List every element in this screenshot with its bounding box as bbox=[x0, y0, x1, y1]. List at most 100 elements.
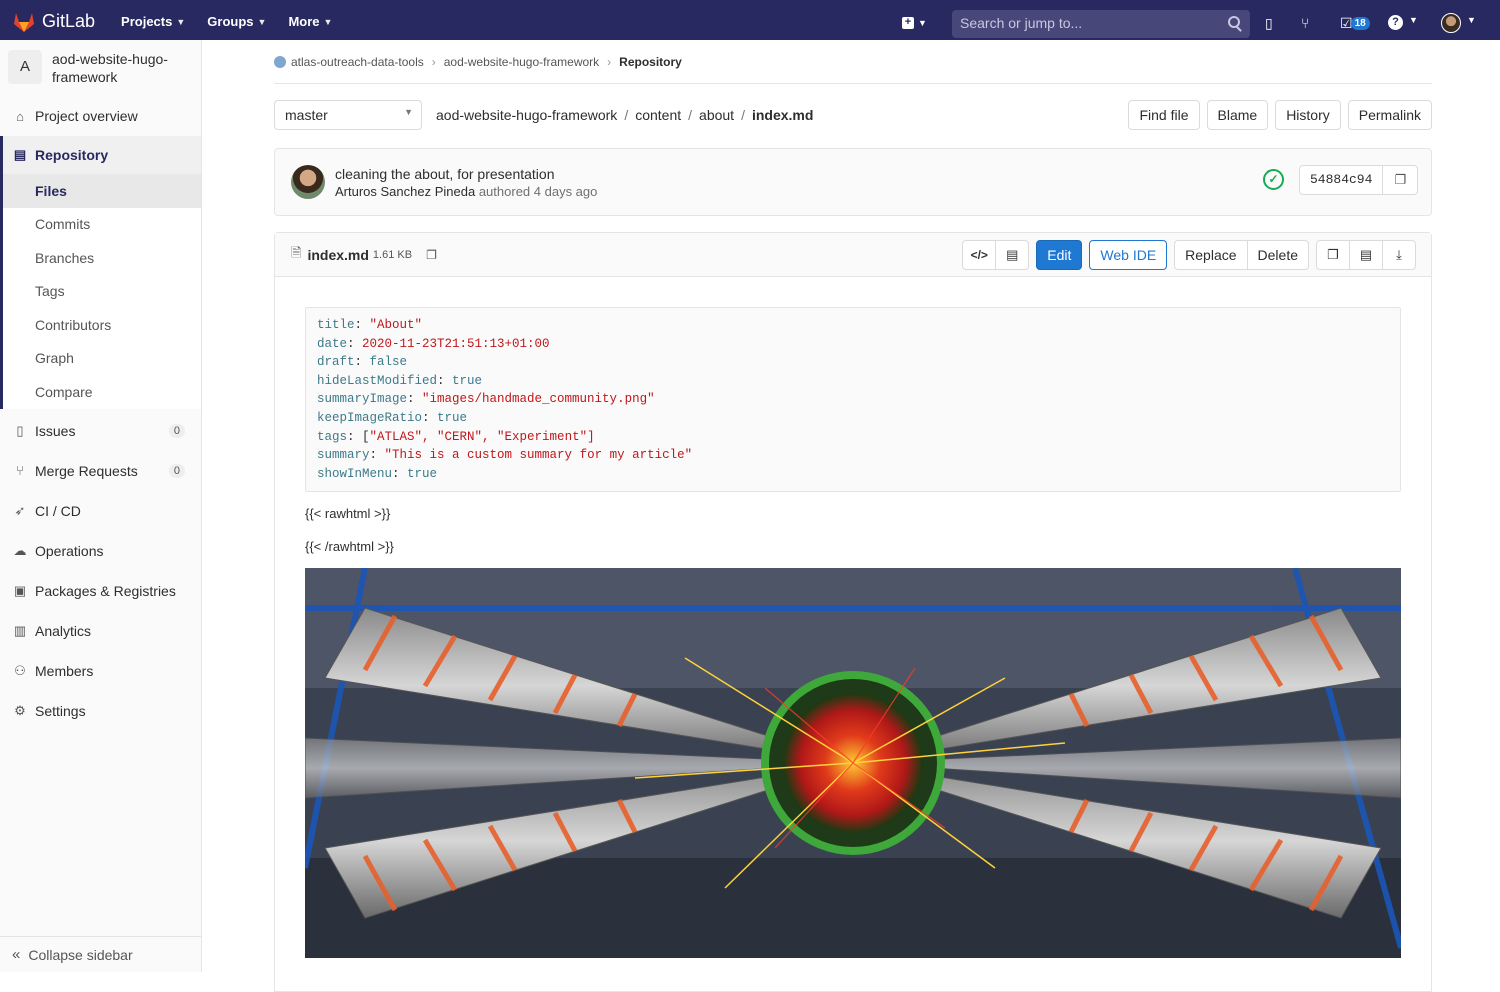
front-matter-line: keepImageRatio: true bbox=[317, 409, 1389, 428]
nav-groups[interactable]: Groups ▼ bbox=[207, 14, 266, 29]
nav-projects[interactable]: Projects ▼ bbox=[121, 14, 185, 29]
sidebar-item-analytics[interactable]: ▥ Analytics bbox=[0, 611, 201, 651]
sidebar-item-tags[interactable]: Tags bbox=[3, 275, 201, 309]
chevron-right-icon: › bbox=[607, 54, 612, 69]
raw-file-icon: ▤ bbox=[1359, 247, 1373, 262]
commit-time: authored 4 days ago bbox=[478, 183, 598, 199]
commit-author-avatar[interactable] bbox=[291, 165, 325, 199]
cloud-gear-icon: ☁ bbox=[13, 542, 27, 558]
new-dropdown[interactable]: + ▼ bbox=[902, 14, 932, 32]
collapse-sidebar-button[interactable]: «Collapse sidebar bbox=[0, 936, 201, 972]
front-matter-value: true bbox=[407, 466, 438, 481]
sidebar-item-overview[interactable]: ⌂ Project overview bbox=[0, 96, 201, 136]
sidebar-project[interactable]: A aod-website-hugo-framework bbox=[0, 40, 201, 96]
sidebar-item-settings[interactable]: ⚙ Settings bbox=[0, 691, 201, 731]
web-ide-button[interactable]: Web IDE bbox=[1089, 240, 1168, 270]
group-avatar-icon bbox=[274, 55, 286, 68]
copy-file-path-icon[interactable]: ❐ bbox=[426, 248, 437, 262]
sidebar-item-repository[interactable]: ▤ Repository bbox=[3, 136, 201, 174]
gitlab-fox-icon bbox=[14, 12, 34, 32]
sidebar-item-commits[interactable]: Commits bbox=[3, 208, 201, 242]
branch-selector[interactable]: master ▼ bbox=[274, 100, 422, 130]
front-matter-separator: : bbox=[354, 318, 370, 332]
chevron-down-icon: ▼ bbox=[176, 16, 186, 27]
sidebar-item-cicd[interactable]: ➶ CI / CD bbox=[0, 491, 201, 531]
front-matter-line: hideLastModified: true bbox=[317, 372, 1389, 391]
sidebar-item-branches[interactable]: Branches bbox=[3, 241, 201, 275]
breadcrumb-project[interactable]: aod-website-hugo-framework bbox=[444, 55, 599, 69]
file-icon: 🗎 bbox=[291, 244, 302, 260]
commit-sha-link[interactable]: 54884c94 bbox=[1300, 166, 1384, 194]
replace-button[interactable]: Replace bbox=[1174, 240, 1248, 270]
detector-image bbox=[305, 568, 1401, 959]
search-input[interactable]: Search or jump to... bbox=[952, 10, 1250, 38]
commit-message[interactable]: cleaning the about, for presentation bbox=[335, 166, 597, 182]
display-rendered-button[interactable]: ▤ bbox=[995, 240, 1030, 270]
merge-requests-icon[interactable]: ⑂ bbox=[1301, 15, 1309, 31]
front-matter-key: tags bbox=[317, 429, 348, 444]
sidebar-item-compare[interactable]: Compare bbox=[3, 375, 201, 409]
front-matter-value: true bbox=[437, 410, 468, 425]
project-avatar: A bbox=[8, 50, 42, 84]
issues-icon: ▯ bbox=[16, 422, 24, 438]
copy-contents-button[interactable]: ❐ bbox=[1316, 240, 1350, 270]
history-button[interactable]: History bbox=[1275, 100, 1341, 130]
gitlab-logo[interactable]: GitLab bbox=[12, 2, 95, 42]
find-file-button[interactable]: Find file bbox=[1128, 100, 1200, 130]
document-icon: ▤ bbox=[1006, 247, 1019, 262]
sidebar-item-merge-requests[interactable]: ⑂ Merge Requests 0 bbox=[0, 451, 201, 491]
front-matter-separator: : bbox=[422, 410, 438, 425]
help-icon[interactable]: ? bbox=[1388, 15, 1403, 30]
last-commit: cleaning the about, for presentation Art… bbox=[274, 148, 1432, 216]
delete-button[interactable]: Delete bbox=[1246, 240, 1309, 270]
front-matter-value: false bbox=[369, 355, 408, 370]
front-matter-separator: : [ bbox=[347, 429, 370, 444]
rocket-icon: ➶ bbox=[14, 502, 26, 518]
sidebar-item-graph[interactable]: Graph bbox=[3, 342, 201, 376]
front-matter-key: showInMenu bbox=[317, 466, 393, 481]
file-size: 1.61 KB bbox=[372, 248, 413, 261]
pipeline-passed-icon[interactable]: ✓ bbox=[1263, 169, 1284, 190]
sidebar-item-contributors[interactable]: Contributors bbox=[3, 308, 201, 342]
copy-icon[interactable]: ❐ bbox=[1383, 166, 1417, 194]
sidebar-repository-section: ▤ Repository Files Commits Branches Tags … bbox=[0, 136, 201, 409]
front-matter-line: title: "About" bbox=[317, 316, 1389, 335]
chevron-down-icon: ▼ bbox=[323, 16, 333, 27]
path-segment[interactable]: aod-website-hugo-framework bbox=[436, 107, 617, 123]
sidebar-item-issues[interactable]: ▯ Issues 0 bbox=[0, 411, 201, 451]
user-avatar[interactable] bbox=[1441, 13, 1461, 33]
issues-icon[interactable]: ▯ bbox=[1265, 15, 1273, 32]
nav-more[interactable]: More ▼ bbox=[288, 14, 332, 29]
path-segment[interactable]: content bbox=[635, 107, 681, 123]
edit-button[interactable]: Edit bbox=[1036, 240, 1083, 270]
blame-button[interactable]: Blame bbox=[1206, 100, 1269, 130]
path-segment[interactable]: about bbox=[699, 107, 734, 123]
front-matter-value: "About" bbox=[369, 318, 423, 332]
project-name: aod-website-hugo-framework bbox=[52, 51, 168, 85]
chevron-right-icon: › bbox=[431, 54, 436, 69]
front-matter-line: summary: "This is a custom summary for m… bbox=[317, 446, 1389, 465]
file-blob: 🗎 index.md 1.61 KB ❐ </> ▤ Edit Web IDE … bbox=[274, 232, 1432, 992]
front-matter-separator: : bbox=[354, 355, 370, 370]
sidebar-item-files[interactable]: Files bbox=[3, 174, 201, 208]
front-matter-line: draft: false bbox=[317, 353, 1389, 372]
front-matter-separator: : bbox=[437, 373, 453, 388]
sidebar-item-packages[interactable]: ▣ Packages & Registries bbox=[0, 571, 201, 611]
breadcrumb-current[interactable]: Repository bbox=[619, 55, 682, 69]
chevron-down-icon: ▼ bbox=[918, 18, 927, 28]
sidebar-item-members[interactable]: ⚇ Members bbox=[0, 651, 201, 691]
chevron-down-icon: ▼ bbox=[1409, 15, 1418, 25]
todos-link[interactable]: ☑ 18 bbox=[1340, 15, 1370, 32]
display-source-button[interactable]: </> bbox=[962, 240, 997, 270]
commit-author[interactable]: Arturos Sanchez Pineda bbox=[335, 184, 475, 199]
sidebar-item-operations[interactable]: ☁ Operations bbox=[0, 531, 201, 571]
front-matter-key: title bbox=[317, 318, 355, 332]
open-raw-button[interactable]: ▤ bbox=[1349, 240, 1383, 270]
breadcrumb-group[interactable]: atlas-outreach-data-tools bbox=[291, 55, 424, 69]
file-name: index.md bbox=[307, 246, 369, 263]
download-button[interactable]: ⤓ bbox=[1382, 240, 1416, 270]
search-icon bbox=[1228, 16, 1240, 28]
front-matter-key: keepImageRatio bbox=[317, 410, 423, 425]
file-actions: Find file Blame History Permalink bbox=[1128, 100, 1432, 130]
permalink-button[interactable]: Permalink bbox=[1347, 100, 1432, 130]
